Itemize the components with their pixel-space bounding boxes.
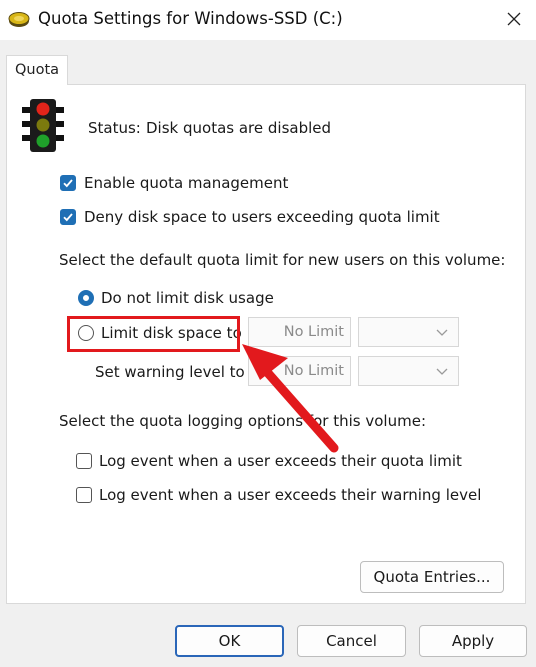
warning-unit-dropdown[interactable] <box>358 356 459 386</box>
log-limit-checkbox[interactable] <box>76 453 92 469</box>
default-limit-heading: Select the default quota limit for new u… <box>59 251 506 269</box>
checkmark-icon <box>63 213 73 222</box>
warning-level-label: Set warning level to <box>95 363 245 381</box>
no-limit-radio[interactable] <box>78 290 94 306</box>
quota-entries-button[interactable]: Quota Entries... <box>360 561 504 593</box>
apply-button[interactable]: Apply <box>419 625 527 657</box>
chevron-down-icon <box>436 368 448 375</box>
status-value: Disk quotas are disabled <box>146 119 332 137</box>
close-icon <box>507 12 520 26</box>
no-limit-label[interactable]: Do not limit disk usage <box>101 288 274 308</box>
log-warning-checkbox[interactable] <box>76 487 92 503</box>
deny-space-checkbox[interactable] <box>60 209 76 225</box>
window-title: Quota Settings for Windows-SSD (C:) <box>38 9 343 28</box>
status-label: Status: <box>88 119 141 137</box>
deny-space-label[interactable]: Deny disk space to users exceeding quota… <box>84 207 440 227</box>
limit-unit-dropdown[interactable] <box>358 317 459 347</box>
annotation-arrow-icon <box>242 344 339 453</box>
cancel-button[interactable]: Cancel <box>297 625 406 657</box>
tab-quota[interactable]: Quota <box>6 55 68 85</box>
log-warning-label[interactable]: Log event when a user exceeds their warn… <box>99 485 481 505</box>
enable-quota-label[interactable]: Enable quota management <box>84 173 288 193</box>
drive-icon <box>8 12 30 27</box>
chevron-down-icon <box>436 329 448 336</box>
traffic-light-icon <box>22 99 64 152</box>
ok-button[interactable]: OK <box>175 625 284 657</box>
enable-quota-checkbox[interactable] <box>60 175 76 191</box>
annotation-highlight-box <box>67 316 240 352</box>
checkmark-icon <box>63 179 73 188</box>
title-bar: Quota Settings for Windows-SSD (C:) <box>0 0 536 40</box>
close-button[interactable] <box>491 0 536 38</box>
